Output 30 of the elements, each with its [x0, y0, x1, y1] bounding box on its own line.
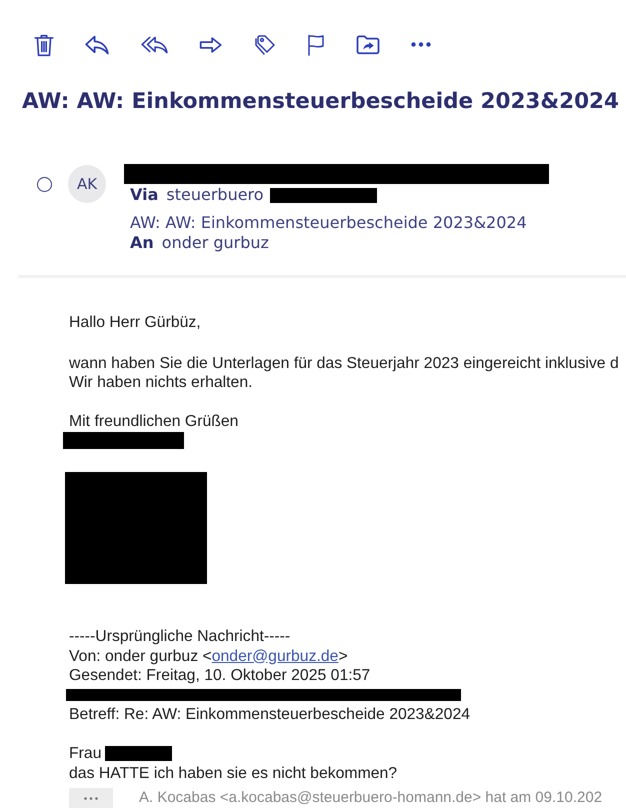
trash-icon[interactable]: [34, 32, 54, 56]
earlier-message-header: A. Kocabas <a.kocabas@steuerbuero-homann.de> hat am 09.10.202: [139, 788, 602, 808]
right-arrow-icon[interactable]: [199, 36, 223, 52]
salutation-text: Frau: [69, 744, 102, 764]
recipient-name: onder gurbuz: [162, 232, 269, 254]
sent-date-text: Gesendet: Freitag, 10. Oktober 2025 01:57: [69, 666, 370, 686]
from-line: Von: onder gurbuz <onder@gurbuz.de>: [69, 646, 348, 666]
reply-arrow-icon[interactable]: [85, 34, 109, 54]
via-label: Via: [130, 184, 158, 206]
body-text: Wir haben nichts erhalten.: [69, 373, 253, 392]
quoted-subject-text: Betreff: Re: AW: Einkommensteuerbescheide 2023&2024: [69, 705, 470, 724]
redaction-block: [105, 746, 172, 762]
folder-arrow-icon[interactable]: [356, 34, 380, 55]
tags-icon[interactable]: [254, 34, 276, 56]
sender-name: steuerbuero: [166, 184, 264, 206]
email-subject-title: AW: AW: Einkommensteuerbescheide 2023&2024: [22, 88, 619, 116]
separator-text: -----Ursprüngliche Nachricht-----: [69, 627, 290, 646]
quoted-body-text: das HATTE ich haben sie es nicht bekommen?: [69, 764, 398, 783]
body-text: wann haben Sie die Unterlagen für das Steuerjahr 2023 eingereicht inklusive d: [69, 354, 619, 373]
closing-text: Mit freundlichen Grüßen: [69, 412, 238, 431]
select-radio[interactable]: [37, 177, 52, 192]
greeting-text: Hallo Herr Gürbüz,: [69, 313, 201, 332]
flag-icon[interactable]: [307, 32, 325, 56]
avatar: AK: [68, 165, 106, 203]
ellipsis-icon[interactable]: [411, 42, 431, 47]
ellipsis-icon: [84, 796, 98, 800]
email-link[interactable]: onder@gurbuz.de: [212, 648, 338, 664]
message-subject: AW: AW: Einkommensteuerbescheide 2023&2024: [130, 213, 527, 233]
double-reply-arrow-icon[interactable]: [140, 36, 168, 54]
to-label: An: [130, 232, 154, 254]
